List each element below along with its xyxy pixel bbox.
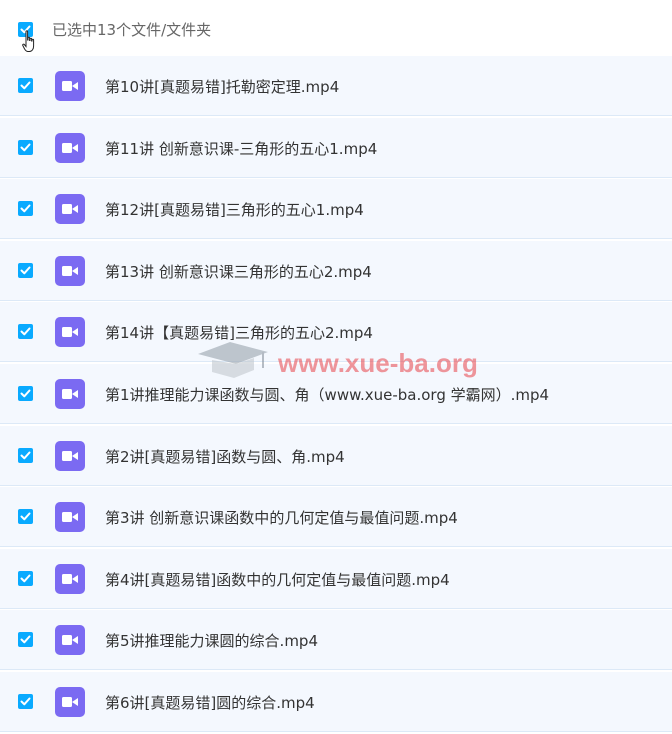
file-row[interactable]: 第12讲[真题易错]三角形的五心1.mp4 (0, 179, 672, 240)
check-icon (20, 451, 31, 459)
file-checkbox[interactable] (18, 262, 33, 278)
file-row[interactable]: 第11讲 创新意识课-三角形的五心1.mp4 (0, 117, 672, 178)
file-checkbox[interactable] (18, 447, 33, 463)
check-icon (20, 143, 31, 151)
file-checkbox[interactable] (18, 324, 33, 340)
check-icon (20, 697, 31, 706)
file-row[interactable]: 第1讲推理能力课函数与圆、角（www.xue-ba.org 学霸网）.mp4 (0, 363, 672, 424)
file-row[interactable]: 第10讲[真题易错]托勒密定理.mp4 (0, 56, 672, 116)
file-name[interactable]: 第2讲[真题易错]函数与圆、角.mp4 (105, 446, 345, 467)
file-list: 第10讲[真题易错]托勒密定理.mp4 第11讲 创新意识课-三角形的五心1.mp… (0, 56, 672, 734)
check-icon (20, 389, 31, 398)
file-checkbox[interactable] (18, 201, 33, 217)
check-icon (20, 512, 31, 521)
file-name[interactable]: 第12讲[真题易错]三角形的五心1.mp4 (105, 199, 364, 220)
file-checkbox[interactable] (18, 570, 33, 586)
file-row[interactable]: 第4讲[真题易错]函数中的几何定值与最值问题.mp4 (0, 548, 672, 609)
video-file-icon (55, 625, 85, 656)
file-row[interactable]: 第6讲[真题易错]圆的综合.mp4 (0, 671, 672, 732)
video-file-icon (55, 502, 85, 533)
file-name[interactable]: 第14讲【真题易错]三角形的五心2.mp4 (105, 322, 373, 343)
file-name[interactable]: 第13讲 创新意识课三角形的五心2.mp4 (105, 261, 372, 282)
check-icon (20, 635, 31, 644)
video-file-icon (55, 71, 85, 101)
check-icon (20, 574, 31, 583)
file-name[interactable]: 第4讲[真题易错]函数中的几何定值与最值问题.mp4 (105, 569, 450, 590)
file-name[interactable]: 第6讲[真题易错]圆的综合.mp4 (105, 692, 315, 713)
video-file-icon (55, 440, 85, 471)
file-name[interactable]: 第1讲推理能力课函数与圆、角（www.xue-ba.org 学霸网）.mp4 (105, 384, 549, 405)
video-file-icon (55, 563, 85, 594)
video-file-icon (55, 194, 85, 225)
check-icon (20, 266, 31, 275)
file-row[interactable]: 第2讲[真题易错]函数与圆、角.mp4 (0, 425, 672, 486)
file-row[interactable]: 第3讲 创新意识课函数中的几何定值与最值问题.mp4 (0, 487, 672, 548)
selection-header: 已选中13个文件/文件夹 (0, 0, 672, 56)
video-file-icon (55, 132, 85, 163)
file-checkbox[interactable] (18, 139, 33, 155)
selected-count-label: 已选中13个文件/文件夹 (52, 21, 212, 39)
check-icon (20, 327, 31, 336)
video-file-icon (55, 378, 85, 409)
video-file-icon (55, 686, 85, 717)
file-checkbox[interactable] (18, 385, 33, 401)
video-file-icon (55, 317, 85, 348)
file-name[interactable]: 第3讲 创新意识课函数中的几何定值与最值问题.mp4 (105, 507, 458, 528)
file-name[interactable]: 第10讲[真题易错]托勒密定理.mp4 (105, 76, 339, 97)
file-row[interactable]: 第14讲【真题易错]三角形的五心2.mp4 (0, 302, 672, 363)
hand-pointer-cursor-icon (22, 30, 35, 52)
file-checkbox[interactable] (18, 632, 33, 648)
file-checkbox[interactable] (18, 78, 33, 93)
check-icon (20, 204, 31, 213)
file-row[interactable]: 第5讲推理能力课圆的综合.mp4 (0, 610, 672, 671)
file-name[interactable]: 第11讲 创新意识课-三角形的五心1.mp4 (105, 138, 377, 159)
file-name[interactable]: 第5讲推理能力课圆的综合.mp4 (105, 630, 318, 651)
file-row[interactable]: 第13讲 创新意识课三角形的五心2.mp4 (0, 240, 672, 301)
video-file-icon (55, 255, 85, 286)
file-checkbox[interactable] (18, 509, 33, 525)
file-checkbox[interactable] (18, 693, 33, 709)
check-icon (20, 81, 31, 90)
